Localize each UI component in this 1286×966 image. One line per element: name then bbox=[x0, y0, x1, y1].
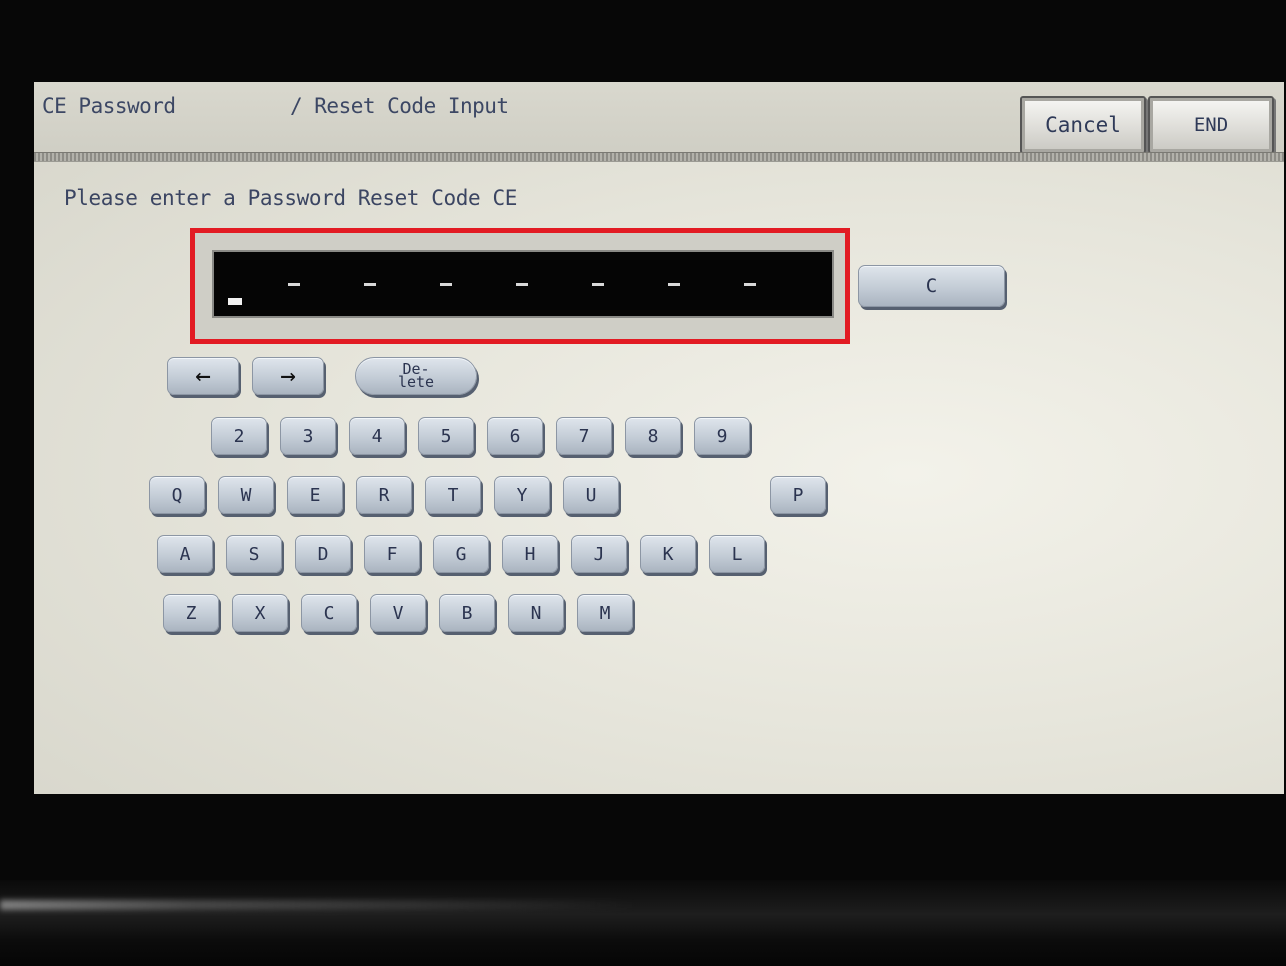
code-slot bbox=[440, 283, 452, 286]
bezel-reflection bbox=[0, 880, 1286, 966]
breadcrumb-ce-password: CE Password bbox=[42, 94, 176, 118]
key-9[interactable]: 9 bbox=[694, 417, 750, 455]
key-b[interactable]: B bbox=[439, 594, 495, 632]
key-7[interactable]: 7 bbox=[556, 417, 612, 455]
key-d[interactable]: D bbox=[295, 535, 351, 573]
key-l[interactable]: L bbox=[709, 535, 765, 573]
key-5[interactable]: 5 bbox=[418, 417, 474, 455]
breadcrumb-reset-code-input: / Reset Code Input bbox=[290, 94, 509, 118]
key-y[interactable]: Y bbox=[494, 476, 550, 514]
key-x[interactable]: X bbox=[232, 594, 288, 632]
text-cursor bbox=[228, 298, 242, 305]
delete-label-line2: lete bbox=[397, 373, 435, 391]
key-q[interactable]: Q bbox=[149, 476, 205, 514]
key-h[interactable]: H bbox=[502, 535, 558, 573]
header-divider bbox=[34, 152, 1284, 162]
cursor-left-button[interactable]: ← bbox=[167, 357, 239, 395]
key-3[interactable]: 3 bbox=[280, 417, 336, 455]
key-t[interactable]: T bbox=[425, 476, 481, 514]
key-k[interactable]: K bbox=[640, 535, 696, 573]
key-z[interactable]: Z bbox=[163, 594, 219, 632]
title-bar: CE Password / Reset Code Input Cancel EN… bbox=[34, 82, 1284, 156]
key-u[interactable]: U bbox=[563, 476, 619, 514]
key-c[interactable]: C bbox=[301, 594, 357, 632]
key-2[interactable]: 2 bbox=[211, 417, 267, 455]
code-slot bbox=[668, 283, 680, 286]
end-button[interactable]: END bbox=[1148, 96, 1274, 154]
cursor-right-button[interactable]: → bbox=[252, 357, 324, 395]
key-e[interactable]: E bbox=[287, 476, 343, 514]
key-s[interactable]: S bbox=[226, 535, 282, 573]
code-slot bbox=[516, 283, 528, 286]
key-r[interactable]: R bbox=[356, 476, 412, 514]
key-4[interactable]: 4 bbox=[349, 417, 405, 455]
clear-button[interactable]: C bbox=[858, 265, 1005, 307]
key-m[interactable]: M bbox=[577, 594, 633, 632]
key-p[interactable]: P bbox=[770, 476, 826, 514]
code-slot bbox=[288, 283, 300, 286]
key-n[interactable]: N bbox=[508, 594, 564, 632]
key-g[interactable]: G bbox=[433, 535, 489, 573]
key-v[interactable]: V bbox=[370, 594, 426, 632]
delete-button[interactable]: De- lete bbox=[355, 357, 477, 395]
key-6[interactable]: 6 bbox=[487, 417, 543, 455]
code-slot bbox=[744, 283, 756, 286]
cancel-button[interactable]: Cancel bbox=[1020, 96, 1146, 154]
instruction-text: Please enter a Password Reset Code CE bbox=[64, 186, 517, 210]
key-8[interactable]: 8 bbox=[625, 417, 681, 455]
key-j[interactable]: J bbox=[571, 535, 627, 573]
key-a[interactable]: A bbox=[157, 535, 213, 573]
key-f[interactable]: F bbox=[364, 535, 420, 573]
code-slot bbox=[364, 283, 376, 286]
key-w[interactable]: W bbox=[218, 476, 274, 514]
code-slot bbox=[592, 283, 604, 286]
